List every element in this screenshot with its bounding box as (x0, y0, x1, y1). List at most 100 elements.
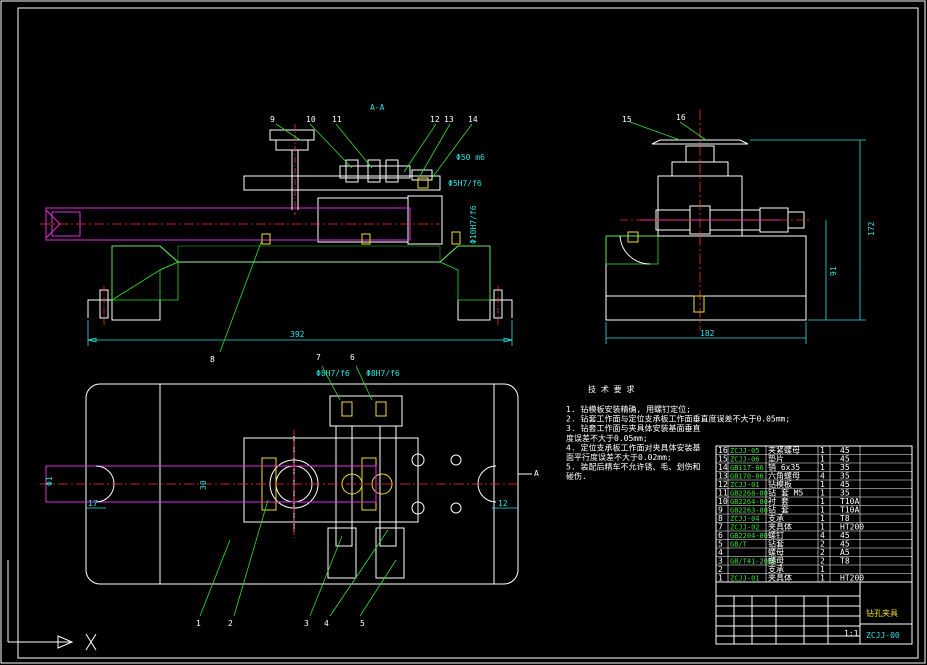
bom-name: 螺钉 (768, 530, 784, 540)
bill-of-materials: 16 ZCJJ-05 夹紧螺母 1 4515 ZCJJ-06 垫片 1 4514 GB117-86… (715, 445, 913, 583)
bom-material: T8 (840, 557, 850, 566)
bom-code: GB170-86 (730, 473, 764, 481)
balloon-10: 10 (306, 115, 316, 124)
bom-row: 7 ZCJJ-02 夹具体 1 HT200 (716, 522, 912, 532)
section-label: A-A (370, 103, 385, 112)
balloons-plan: 7 6 1 2 3 4 5 (196, 353, 397, 628)
bom-name: 夹具体 (768, 573, 792, 583)
bom-code: GB/T (730, 541, 748, 549)
bom-row: 13 GB170-86 六角螺母 4 35 (716, 471, 912, 481)
bom-rows: 16 ZCJJ-05 夹紧螺母 1 4515 ZCJJ-06 垫片 1 4514 GB117-86… (715, 445, 913, 583)
fit-left-end: Φ1 (45, 476, 54, 486)
bom-code: ZCJJ-05 (730, 447, 760, 455)
bom-name: 销 6x35 (768, 462, 800, 472)
dim-slot-right: 12 (498, 499, 508, 508)
bom-name: 支承 (768, 513, 784, 523)
drawing-name: 钻孔夹具 (866, 608, 898, 618)
bom-code: ZCJJ-04 (730, 515, 760, 523)
sheet-frame (0, 0, 926, 664)
fit-top-hole: Φ50 m6 (456, 153, 485, 162)
tech-note-line: 5. 装配后精车不允许锈、毛、划伤和 (566, 462, 700, 472)
bom-material: HT200 (840, 574, 864, 583)
balloon-14: 14 (468, 115, 478, 124)
bom-row: 9 GB2263-80 钻 套 1 T10A (716, 505, 912, 515)
dim-height-center: 91 (829, 266, 838, 276)
balloon-5: 5 (360, 619, 365, 628)
tech-note-line: 3. 钻套工作面与夹具体安装基面垂直 (566, 423, 700, 433)
balloon-8: 8 (210, 355, 215, 364)
fit-top: Φ5H7/f6 (448, 179, 482, 188)
bom-row: 10 GB2264-80 衬 套 1 T10A (716, 496, 912, 506)
tech-note-line: 1. 钻模板安装精确, 用螺钉定位; (566, 404, 691, 414)
scale: 1:1 (844, 629, 859, 638)
bom-row: 3 GB/T41-2000螺母 2 T8 (716, 556, 912, 566)
ucs-icon (7, 560, 97, 651)
tech-note-line: 4. 定位支承板工作面对夹具体安装基 (566, 442, 700, 452)
drawing-code: ZCJJ-00 (866, 631, 900, 640)
bom-row: 8 ZCJJ-04 支承 1 T8 (716, 513, 912, 523)
tech-note-line: 度误差不大于0.05mm; (566, 433, 648, 443)
balloon-4: 4 (324, 619, 329, 628)
bom-name: 螺母 (768, 547, 784, 557)
bom-row: 11 GB2268-80 钻 套 M5 1 35 (716, 488, 912, 498)
bom-row: 4 螺母 2 A5 (716, 547, 912, 557)
bom-row: 12 ZCJJ-01 钻模板 1 45 (716, 479, 912, 489)
dim-slot-left: 17 (88, 499, 98, 508)
bom-name: 支承 (768, 564, 784, 574)
bom-code: ZCJJ-01 (730, 575, 760, 583)
plan-view: Φ8H7/f6 Φ8H7/f6 Φ1 30 17 12 A 7 6 1 2 3 … (40, 353, 539, 628)
section-mark: A (534, 469, 539, 478)
bom-no: 1 (718, 574, 723, 583)
bom-code: GB2204-80 (730, 532, 768, 540)
bom-code: GB117-86 (730, 464, 764, 472)
balloon-12: 12 (430, 115, 440, 124)
bom-row: 2 支承 1 (716, 564, 912, 574)
bom-name: 钻模板 (768, 479, 792, 489)
tech-note-line: 2. 钻套工作面与定位支承板工作面垂直度误差不大于0.05mm; (566, 414, 790, 424)
bom-code: GB2264-80 (730, 498, 768, 506)
dim-overall-length: 392 (290, 330, 305, 339)
tech-title: 技 术 要 求 (588, 384, 634, 394)
bom-name: 夹具体 (768, 522, 792, 532)
bom-code: GB2263-80 (730, 507, 768, 515)
bom-name: 钻套 (768, 539, 784, 549)
tech-note-line: 面平行度误差不大于0.02mm; (566, 452, 672, 462)
balloon-1: 1 (196, 619, 201, 628)
cad-drawing-canvas[interactable]: A-A 392 Φ5H7/f6 Φ50 m6 Φ10H7/f6 9 10 11 … (0, 0, 927, 665)
balloon-6: 6 (350, 353, 355, 362)
balloon-15: 15 (622, 115, 632, 124)
balloon-11: 11 (332, 115, 342, 124)
fit-side: Φ10H7/f6 (469, 205, 478, 244)
balloon-13: 13 (444, 115, 454, 124)
tech-note-line: 碰伤. (566, 471, 587, 481)
bom-name: 螺母 (768, 556, 784, 566)
balloon-16: 16 (676, 113, 686, 122)
fit-plan-left: Φ8H7/f6 (316, 369, 350, 378)
dim-height-total: 172 (867, 221, 876, 236)
title-block: 钻孔夹具 ZCJJ-00 1:1 (715, 581, 913, 645)
bom-row: 5 GB/T 钻套 2 45 (716, 539, 912, 549)
fit-plan-right: Φ8H7/f6 (366, 369, 400, 378)
bom-row: 15 ZCJJ-06 垫片 1 45 (716, 454, 912, 464)
bom-name: 夹紧螺母 (768, 445, 800, 455)
bom-name: 衬 套 (768, 496, 789, 506)
bom-code: ZCJJ-02 (730, 524, 760, 532)
bom-name: 六角螺母 (768, 471, 800, 481)
bom-name: 垫片 (768, 454, 784, 464)
bom-name: 钻 套 (768, 505, 789, 515)
balloon-3: 3 (304, 619, 309, 628)
bom-code: GB2268-80 (730, 490, 768, 498)
balloon-2: 2 (228, 619, 233, 628)
bom-qty: 1 (820, 574, 825, 583)
side-view: 182 172 91 15 16 (605, 110, 876, 344)
balloon-9: 9 (270, 115, 275, 124)
balloon-7: 7 (316, 353, 321, 362)
bom-row: 1 ZCJJ-01 夹具体 1 HT200 (716, 573, 912, 583)
bom-code: ZCJJ-06 (730, 456, 760, 464)
section-view-a-a: A-A 392 Φ5H7/f6 Φ50 m6 Φ10H7/f6 9 10 11 … (40, 103, 513, 364)
dim-center-width: 30 (199, 480, 208, 490)
bom-row: 6 GB2204-80 螺钉 4 45 (716, 530, 912, 540)
bom-name: 钻 套 M5 (768, 488, 803, 498)
bom-code: ZCJJ-01 (730, 481, 760, 489)
bom-row: 14 GB117-86 销 6x35 1 35 (716, 462, 912, 472)
